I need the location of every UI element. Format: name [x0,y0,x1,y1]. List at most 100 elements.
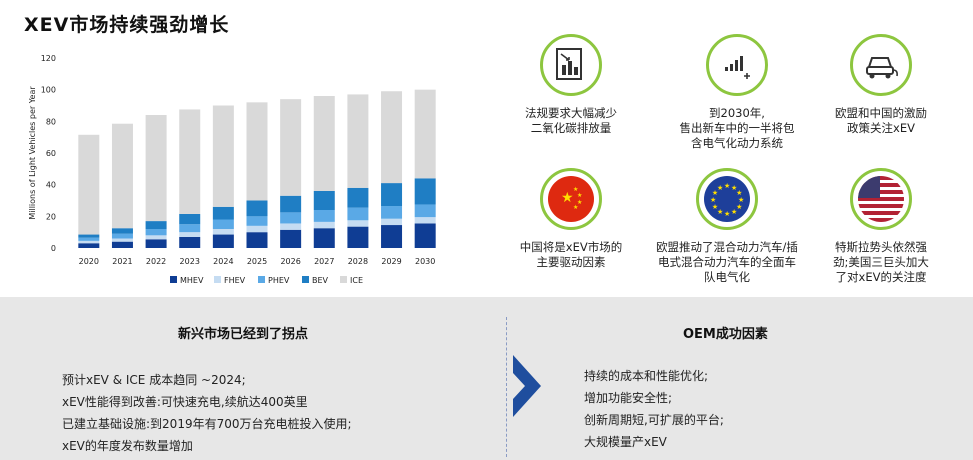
list-item: 增加功能安全性; [584,391,673,405]
y-tick-label: 40 [46,181,56,190]
eu-star: ★ [724,182,730,190]
legend-swatch [214,276,221,283]
chevron-right-icon [513,355,541,417]
bar-segment-ice [145,115,167,222]
x-tick-label: 2027 [314,257,334,266]
bar-segment-fhev [145,235,167,240]
bar-segment-bev [111,228,133,234]
bar-segment-bev [381,183,403,207]
bar-segment-phev [347,207,369,221]
list-item: 持续的成本和性能优化; [584,369,709,383]
sales-text: 到2030年, 售出新车中的一半将包 含电气化动力系统 [679,106,795,150]
bar-segment-bev [414,178,436,205]
bottom-panel: 新兴市场已经到了拐点 OEM成功因素 预计xEV & ICE 成本趋同 ~202… [0,297,973,460]
bar-segment-fhev [280,223,302,230]
bar-segment-phev [145,229,167,236]
y-axis-label: Millions of Light Vehicles per Year [28,86,37,220]
x-tick-label: 2026 [280,257,300,266]
eu-flag-icon: ★ ★ ★ ★ ★ ★ ★ ★ ★ ★ ★ ★ [696,168,758,230]
y-tick-label: 100 [41,86,56,95]
us-flag-icon [850,168,912,230]
bar-segment-mhev [246,232,268,248]
legend-swatch [302,276,309,283]
legend-label: PHEV [268,276,290,285]
legend-label: ICE [350,276,363,285]
icon-cell-eu: ★ ★ ★ ★ ★ ★ ★ ★ ★ ★ ★ ★ 欧盟推动了混合动力汽车/插 电式混合动力汽车的全面车 … [652,168,802,285]
x-tick-label: 2022 [146,257,166,266]
bar-segment-mhev [347,226,369,248]
x-tick-label: 2029 [381,257,401,266]
bar-segment-bev [212,206,234,220]
icon-cell-sales: 到2030年, 售出新车中的一半将包 含电气化动力系统 [662,34,812,151]
stacked-bar-chart: Millions of Light Vehicles per Year 0 20 40… [28,54,436,285]
regulation-text: 法规要求大幅减少 二氧化碳排放量 [525,106,617,135]
left-panel-list: 预计xEV & ICE 成本趋同 ~2024; xEV性能得到改善:可快速充电,… [62,369,352,457]
bar-segment-mhev [212,234,234,248]
svg-text:★: ★ [573,204,578,211]
icon-cell-regulation: 法规要求大幅减少 二氧化碳排放量 [496,34,646,136]
legend-label: MHEV [180,276,204,285]
list-item: 预计xEV & ICE 成本趋同 ~2024; [62,373,246,387]
ev-car-icon [850,34,912,96]
bar-segment-fhev [381,218,403,226]
bar-segment-ice [347,94,369,188]
svg-text:★: ★ [577,192,582,199]
bar-segment-bev [280,195,302,213]
ev-text: 欧盟和中国的激励 政策关注xEV [835,106,927,135]
icon-cell-us: 特斯拉势头依然强 劲;美国三巨头加大 了对xEV的关注度 [806,168,956,285]
bar-segment-ice [313,96,335,191]
bar-segment-mhev [280,229,302,248]
bar-segment-ice [78,134,100,235]
x-tick-label: 2030 [415,257,435,266]
bar-segment-ice [381,91,403,184]
bar-segment-mhev [145,239,167,248]
x-tick-label: 2020 [79,257,99,266]
legend-label: FHEV [224,276,246,285]
list-item: 已建立基础设施:到2019年有700万台充电桩投入使用; [62,417,352,431]
china-flag-icon: ★ ★ ★ ★ ★ [540,168,602,230]
bar-segment-ice [111,123,133,229]
list-item: xEV的年度发布数量增加 [62,439,193,453]
bar-segment-phev [280,212,302,224]
signal-bars-icon [706,34,768,96]
eu-text: 欧盟推动了混合动力汽车/插 电式混合动力汽车的全面车 队电气化 [656,240,798,284]
bar-segment-fhev [313,221,335,229]
page-title: XEV市场持续强劲增长 [24,14,230,36]
bar-segment-ice [280,99,302,196]
list-item: 大规模量产xEV [584,435,667,449]
svg-text:★: ★ [561,190,574,206]
bar-segment-bev [179,213,201,225]
bar-segment-mhev [313,228,335,248]
eu-star: ★ [724,210,730,218]
y-tick-label: 80 [46,117,56,126]
right-panel-title: OEM成功因素 [683,327,768,342]
panel-divider [506,317,507,457]
bar-segment-phev [313,210,335,222]
bar-segment-phev [414,204,436,218]
list-item: xEV性能得到改善:可快速充电,续航达400英里 [62,395,308,409]
legend-swatch [170,276,177,283]
bar-segment-mhev [381,225,403,248]
bar-segment-ice [212,105,234,207]
bar-segment-bev [78,234,100,238]
icon-cell-ev: 欧盟和中国的激励 政策关注xEV [806,34,956,136]
bar-segment-bev [246,200,268,217]
y-tick-label: 60 [46,149,56,158]
regulation-icon [540,34,602,96]
bar-segment-fhev [111,238,133,242]
legend-swatch [258,276,265,283]
us-text: 特斯拉势头依然强 劲;美国三巨头加大 了对xEV的关注度 [833,240,929,284]
legend-label: BEV [312,276,329,285]
right-panel-list: 持续的成本和性能优化; 增加功能安全性; 创新周期短,可扩展的平台; 大规模量产… [584,365,724,453]
bar-segment-fhev [78,240,100,244]
list-item: 创新周期短,可扩展的平台; [584,413,724,427]
china-text: 中国将是xEV市场的 主要驱动因素 [519,240,623,269]
bar-segment-ice [246,102,268,201]
left-panel-title: 新兴市场已经到了拐点 [178,327,309,342]
bar-segment-bev [347,187,369,208]
bar-segment-bev [145,221,167,229]
x-tick-label: 2028 [348,257,368,266]
bar-segment-bev [313,191,335,210]
bar-segment-phev [212,219,234,229]
eu-star: ★ [710,196,716,204]
